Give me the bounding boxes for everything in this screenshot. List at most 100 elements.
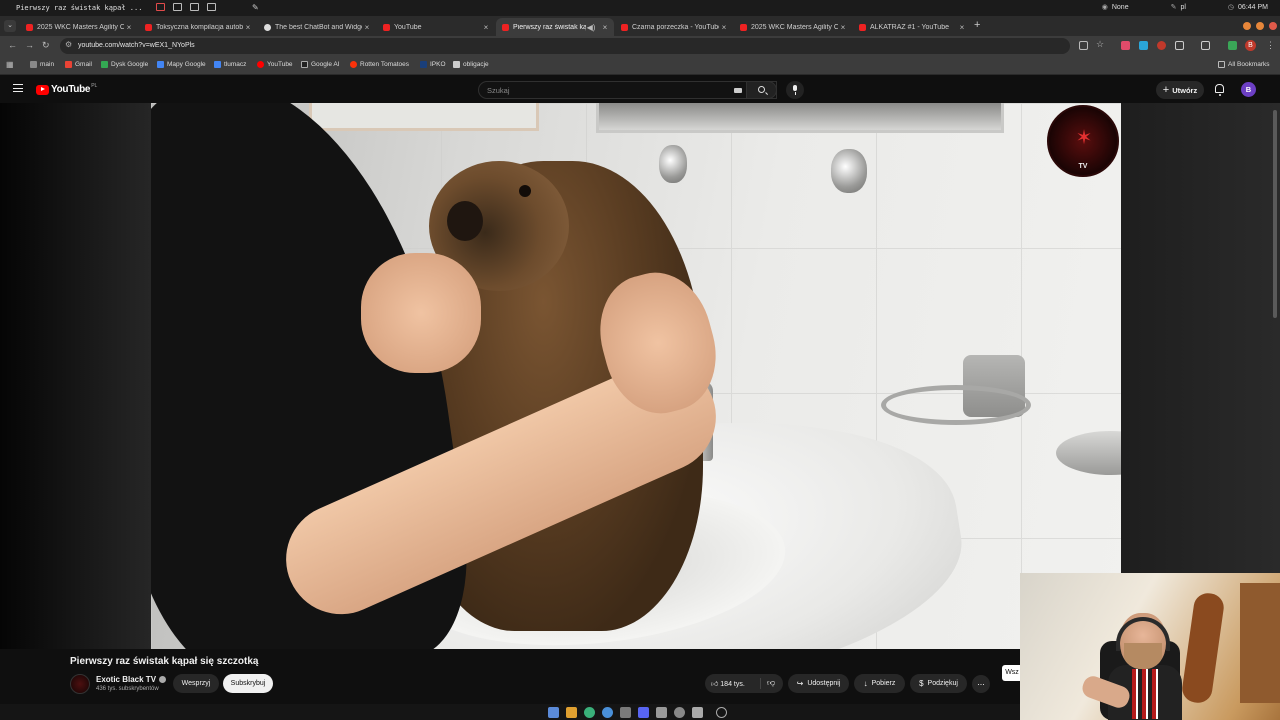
tab-4[interactable]: YouTube × (377, 18, 495, 36)
extension-icon[interactable] (1157, 41, 1166, 50)
maximize-icon[interactable] (1256, 22, 1264, 30)
keyboard-icon[interactable] (734, 88, 742, 93)
workspace-1-icon[interactable] (156, 3, 165, 11)
notifications-bell-icon[interactable] (1215, 84, 1224, 96)
status-clock[interactable]: ◷ 06:44 PM (1228, 3, 1268, 11)
close-tab-icon[interactable]: × (719, 23, 729, 32)
more-actions-button[interactable]: ... (972, 675, 990, 693)
new-tab-icon[interactable]: + (974, 19, 980, 31)
tab-5-active[interactable]: Pierwszy raz świstak kąp ◀) × (496, 18, 614, 36)
bookmark-label: YouTube (267, 61, 293, 68)
close-tab-icon[interactable]: × (600, 23, 610, 32)
thumbs-down-icon[interactable]: 👎︎ (767, 678, 775, 688)
files-icon[interactable] (548, 707, 559, 718)
search-button[interactable] (746, 81, 777, 99)
thanks-button[interactable]: $ Podziękuj (910, 674, 967, 693)
create-button[interactable]: + Utwórz (1156, 81, 1204, 99)
app-icon[interactable] (692, 707, 703, 718)
like-button[interactable]: 👍︎ 184 tys. (711, 679, 745, 688)
workspace-3-icon[interactable] (190, 3, 199, 11)
all-bookmarks[interactable]: All Bookmarks (1218, 61, 1270, 68)
download-button[interactable]: ↓ Pobierz (854, 674, 905, 693)
workspace-2-icon[interactable] (173, 3, 182, 11)
close-tab-icon[interactable]: × (838, 23, 848, 32)
all-bookmarks-label: All Bookmarks (1228, 61, 1270, 68)
page-icon (453, 61, 460, 68)
subscribe-button[interactable]: Subskrybuj (223, 674, 273, 693)
marmot-snout (447, 201, 483, 241)
subscribe-label: Subskrybuj (230, 680, 266, 687)
user-avatar[interactable]: B (1241, 82, 1256, 97)
plus-icon: + (1162, 84, 1170, 96)
voice-search-mic-icon[interactable] (786, 81, 804, 99)
bookmark-main[interactable]: main (30, 61, 54, 68)
tab-list-icon[interactable]: ⌄ (4, 20, 16, 32)
bookmark-youtube[interactable]: YouTube (257, 61, 293, 68)
back-icon[interactable]: ← (8, 40, 17, 50)
tab-2[interactable]: Toksyczna kompilacja autob × (139, 18, 257, 36)
channel-name[interactable]: Exotic Black TV (96, 675, 156, 684)
channel-name-row[interactable]: Exotic Black TV (96, 675, 167, 684)
marmot-eye (519, 185, 531, 197)
close-tab-icon[interactable]: × (124, 23, 134, 32)
extension-icon[interactable] (1139, 41, 1148, 50)
bookmark-translate[interactable]: tlumacz (214, 61, 246, 68)
tab-3[interactable]: The best ChatBot and Widge × (258, 18, 376, 36)
status-user[interactable]: ◉ None (1102, 3, 1129, 11)
close-tab-icon[interactable]: × (481, 23, 491, 32)
chrome-icon[interactable] (602, 707, 613, 718)
bookmark-gmail[interactable]: Gmail (65, 61, 92, 68)
extensions-puzzle-icon[interactable] (1175, 41, 1184, 50)
app-icon[interactable] (620, 707, 631, 718)
tab-7[interactable]: 2025 WKC Masters Agility C × (734, 18, 852, 36)
close-tab-icon[interactable]: × (362, 23, 372, 32)
launcher-icon[interactable] (716, 707, 727, 718)
youtube-logo[interactable]: YouTube PL (36, 83, 97, 95)
cast-icon[interactable] (1079, 41, 1088, 50)
share-button[interactable]: ↪ Udostępnij (788, 674, 849, 693)
close-tab-icon[interactable]: × (243, 23, 253, 32)
bookmark-obligacje[interactable]: obligacje (453, 61, 489, 68)
side-panel-icon[interactable] (1201, 41, 1210, 50)
bookmark-drive[interactable]: Dysk Google (101, 61, 148, 68)
apps-grid-icon[interactable]: ▦ (6, 61, 14, 69)
tab-1[interactable]: 2025 WKC Masters Agility C × (20, 18, 138, 36)
bookmark-rotten-tomatoes[interactable]: Rotten Tomatoes (350, 61, 409, 68)
support-button[interactable]: Wesprzyj (173, 674, 219, 693)
site-info-icon[interactable]: ⚙ (65, 40, 72, 49)
download-icon: ↓ (863, 679, 868, 688)
workspace-4-icon[interactable] (207, 3, 216, 11)
video-frame[interactable]: ✶ TV (151, 103, 1121, 649)
close-window-icon[interactable] (1269, 22, 1277, 30)
status-language[interactable]: ✎ pl (1171, 3, 1186, 11)
bookmark-maps[interactable]: Mapy Google (157, 61, 206, 68)
search-input[interactable]: Szukaj (478, 81, 777, 99)
shield-icon[interactable] (656, 707, 667, 718)
tab-6[interactable]: Czarna porzeczka - YouTube × (615, 18, 733, 36)
video-player[interactable]: ✶ TV (0, 103, 1280, 649)
settings-icon[interactable] (674, 707, 685, 718)
reload-icon[interactable]: ↻ (42, 40, 50, 51)
bookmark-google-ai[interactable]: Google AI (301, 61, 340, 68)
bookmarks-bar: ▦ main Gmail Dysk Google Mapy Google tlu… (0, 56, 1280, 75)
discord-icon[interactable] (638, 707, 649, 718)
extension-icon[interactable] (1228, 41, 1237, 50)
pin-icon[interactable]: ✎ (252, 3, 259, 12)
tab-8[interactable]: ALKATRAZ #1 - YouTube × (853, 18, 971, 36)
profile-avatar[interactable]: B (1245, 40, 1256, 51)
forward-icon[interactable]: → (25, 40, 34, 50)
page-scrollbar[interactable] (1273, 110, 1277, 318)
minimize-icon[interactable] (1243, 22, 1251, 30)
address-bar[interactable]: ⚙ youtube.com/watch?v=wEX1_NYoPls (60, 38, 1070, 54)
browser-icon[interactable] (584, 707, 595, 718)
bookmark-star-icon[interactable]: ☆ (1096, 39, 1104, 50)
bookmark-ipko[interactable]: IPKO (420, 61, 446, 68)
close-tab-icon[interactable]: × (957, 23, 967, 32)
hamburger-menu-icon[interactable] (13, 84, 23, 92)
menu-kebab-icon[interactable]: ⋮ (1266, 40, 1275, 51)
side-panel-button[interactable]: Wsz (1002, 665, 1022, 681)
terminal-icon[interactable] (566, 707, 577, 718)
speaker-icon[interactable]: ◀) (586, 23, 596, 32)
channel-avatar[interactable] (70, 674, 90, 694)
extension-icon[interactable] (1121, 41, 1130, 50)
